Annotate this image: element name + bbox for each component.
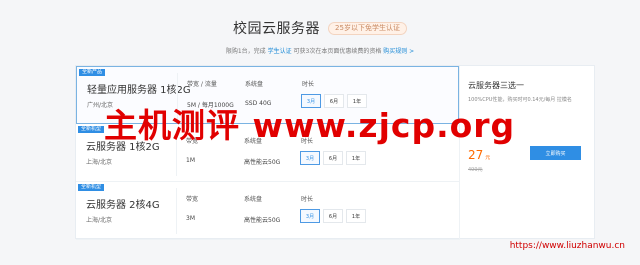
product-tag: 全新机型 [78, 184, 105, 191]
product-panel: 全新产品 轻量应用服务器 1核2G 广州/北京 带宽 / 流量 系统盘 时长 5… [75, 65, 596, 240]
duration-options: 3月 6月 1年 [301, 94, 367, 108]
disk-label: 系统盘 [245, 81, 264, 88]
buy-now-button[interactable]: 立即购买 [530, 146, 581, 160]
disk-value: 高性能云50G [244, 217, 281, 224]
product-card-3[interactable]: 全新机型 云服务器 2核4G 上海/北京 带宽 系统盘 时长 3M 高性能云50… [76, 182, 459, 240]
product-name: 轻量应用服务器 1核2G [87, 85, 191, 96]
product-region: 广州/北京 [87, 102, 114, 109]
duration-label: 时长 [301, 196, 314, 203]
duration-option-6m[interactable]: 6月 [323, 209, 343, 223]
product-name: 云服务器 1核2G [86, 142, 160, 153]
disk-value: 高性能云50G [244, 159, 281, 166]
duration-label: 时长 [301, 138, 314, 145]
bandwidth-value: 5M / 每月1000G [187, 102, 234, 109]
disk-label: 系统盘 [244, 138, 263, 145]
duration-option-6m[interactable]: 6月 [323, 151, 343, 165]
campus-cloud-server-page: 校园云服务器 25岁以下免学生认证 限购1台，完成 学生认证 可获3次在本页面优… [0, 0, 640, 265]
product-tag: 全新机型 [78, 126, 105, 133]
column-divider [177, 73, 178, 119]
product-tag: 全新产品 [79, 69, 106, 76]
price-row: 27 元 [468, 148, 490, 162]
product-name: 云服务器 2核4G [86, 200, 160, 211]
url-watermark: https://www.liuzhanwu.cn [509, 241, 625, 251]
age-badge: 25岁以下免学生认证 [328, 21, 407, 35]
current-price: 27 [468, 148, 484, 162]
bandwidth-label: 带宽 [186, 138, 199, 145]
duration-option-3m[interactable]: 3月 [301, 94, 321, 108]
duration-option-3m[interactable]: 3月 [300, 151, 320, 165]
summary-description: 100%CPU性能，购买时可0.14元/每月 拉模名 [468, 97, 572, 103]
disk-label: 系统盘 [244, 196, 263, 203]
bandwidth-value: 1M [186, 157, 195, 164]
subtitle-middle: 可获3次在本页面优惠续费的资格 [293, 48, 382, 55]
product-card-2[interactable]: 全新机型 云服务器 1核2G 上海/北京 带宽 系统盘 时长 1M 高性能云50… [76, 124, 459, 182]
disk-value: SSD 40G [245, 100, 272, 107]
duration-options: 3月 6月 1年 [300, 151, 366, 165]
duration-option-6m[interactable]: 6月 [324, 94, 344, 108]
duration-option-1y[interactable]: 1年 [347, 94, 367, 108]
original-price: 499元 [468, 167, 483, 173]
bandwidth-label: 带宽 [186, 196, 199, 203]
page-title: 校园云服务器 [233, 21, 321, 37]
column-divider [176, 188, 177, 234]
title-row: 校园云服务器 25岁以下免学生认证 [233, 18, 407, 38]
purchase-summary: 云服务器三选一 100%CPU性能，购买时可0.14元/每月 拉模名 27 元 … [459, 66, 596, 240]
duration-option-1y[interactable]: 1年 [346, 151, 366, 165]
purchase-rules-link[interactable]: 购买规则 > [383, 48, 414, 55]
column-divider [176, 130, 177, 176]
product-region: 上海/北京 [86, 159, 113, 166]
bandwidth-value: 3M [186, 215, 195, 222]
header: 校园云服务器 25岁以下免学生认证 限购1台，完成 学生认证 可获3次在本页面优… [0, 18, 640, 55]
purchase-subtitle: 限购1台，完成 学生认证 可获3次在本页面优惠续费的资格 购买规则 > [0, 46, 640, 55]
duration-options: 3月 6月 1年 [300, 209, 366, 223]
summary-title: 云服务器三选一 [468, 81, 524, 90]
subtitle-prefix: 限购1台，完成 [225, 48, 266, 55]
student-auth-link[interactable]: 学生认证 [268, 48, 292, 55]
product-card-1[interactable]: 全新产品 轻量应用服务器 1核2G 广州/北京 带宽 / 流量 系统盘 时长 5… [76, 66, 459, 124]
duration-label: 时长 [302, 81, 315, 88]
duration-option-3m[interactable]: 3月 [300, 209, 320, 223]
bandwidth-label: 带宽 / 流量 [187, 81, 217, 88]
duration-option-1y[interactable]: 1年 [346, 209, 366, 223]
price-unit: 元 [485, 155, 491, 161]
product-region: 上海/北京 [86, 217, 113, 224]
